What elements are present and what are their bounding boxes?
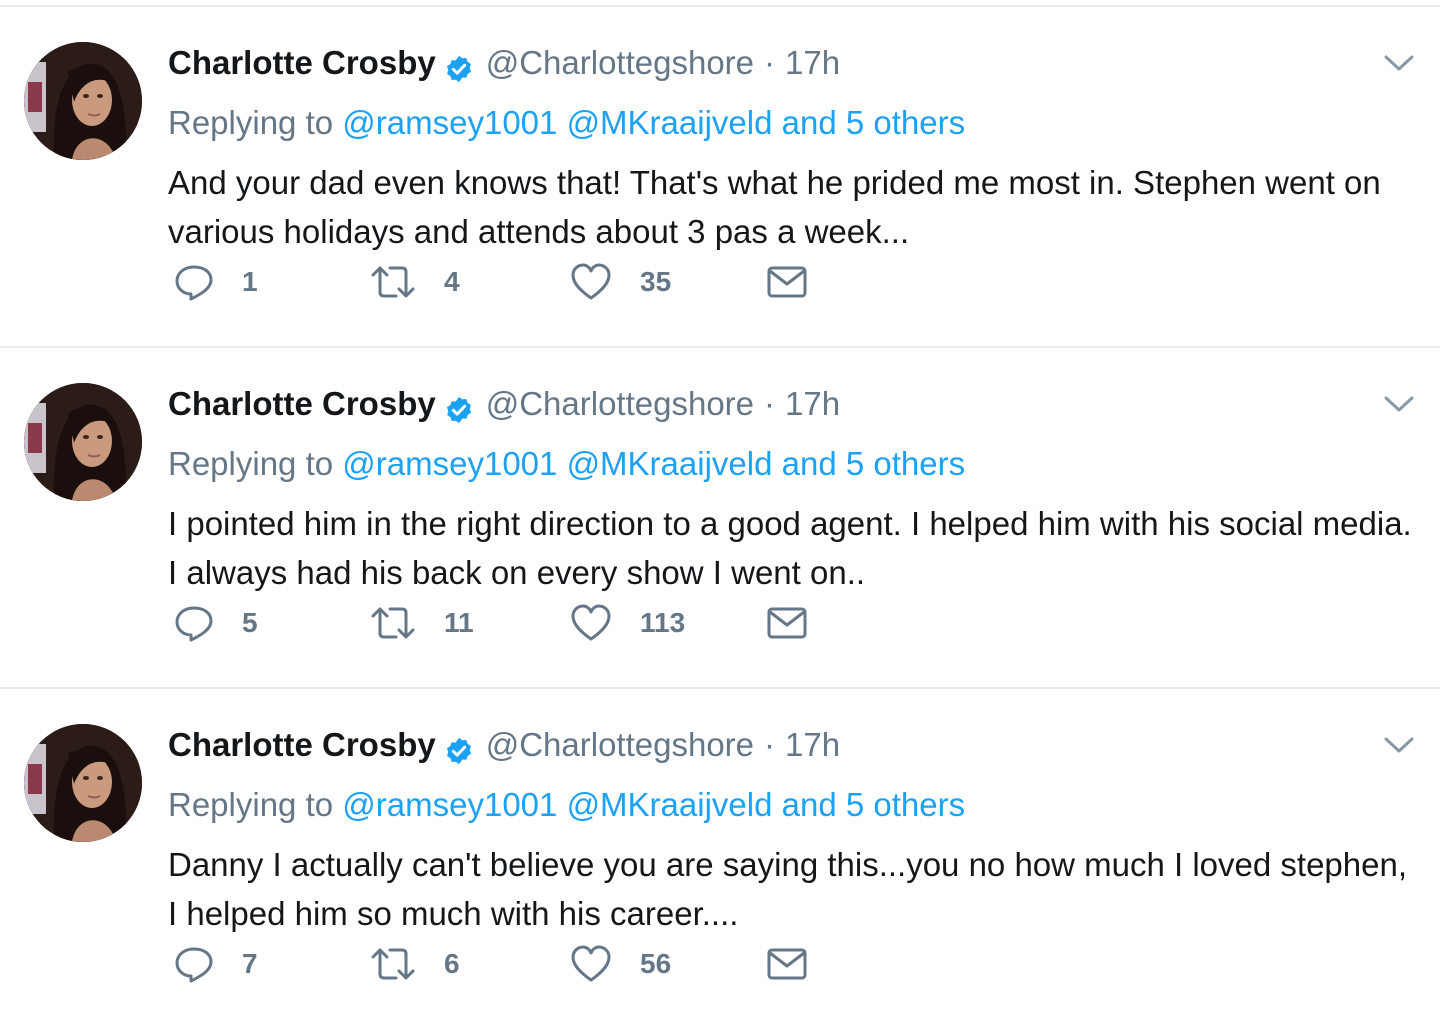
direct-message-button[interactable]: [766, 603, 808, 643]
mention-link[interactable]: @ramsey1001: [342, 445, 557, 482]
timestamp[interactable]: 17h: [785, 379, 840, 429]
heart-icon: [570, 944, 612, 984]
timestamp[interactable]: 17h: [785, 720, 840, 770]
user-handle[interactable]: @Charlottegshore: [486, 379, 754, 429]
tweet-header: Charlotte Crosby @Charlottegshore · 17h: [168, 38, 840, 88]
retweet-icon: [370, 262, 416, 302]
verified-badge-icon: [444, 730, 474, 765]
heart-icon: [570, 262, 612, 302]
reply-count: 5: [242, 607, 258, 638]
replying-to: Replying to @ramsey1001 @MKraaijveld and…: [168, 780, 965, 830]
envelope-icon: [766, 603, 808, 643]
reply-button[interactable]: 7: [174, 944, 258, 984]
retweet-count: 6: [444, 948, 460, 979]
like-count: 35: [640, 266, 672, 297]
tweet-actions: 5 11 113: [174, 603, 874, 643]
others-link[interactable]: and 5 others: [782, 104, 965, 141]
display-name[interactable]: Charlotte Crosby: [168, 38, 436, 88]
reply-icon: [174, 603, 214, 643]
top-divider: [0, 5, 1440, 7]
user-handle[interactable]: @Charlottegshore: [486, 38, 754, 88]
reply-button[interactable]: 1: [174, 262, 258, 302]
reply-icon: [174, 944, 214, 984]
retweet-button[interactable]: 11: [370, 603, 474, 643]
tweet-actions: 7 6 56: [174, 944, 874, 984]
mention-link[interactable]: @ramsey1001: [342, 786, 557, 823]
mention-link[interactable]: @MKraaijveld: [567, 104, 773, 141]
retweet-button[interactable]: 4: [370, 262, 460, 302]
mention-link[interactable]: @MKraaijveld: [567, 445, 773, 482]
separator-dot: ·: [764, 44, 776, 81]
tweet[interactable]: Charlotte Crosby @Charlottegshore · 17h …: [0, 349, 1440, 689]
like-button[interactable]: 56: [570, 944, 671, 984]
envelope-icon: [766, 262, 808, 302]
user-handle[interactable]: @Charlottegshore: [486, 720, 754, 770]
avatar[interactable]: [24, 42, 142, 160]
avatar[interactable]: [24, 724, 142, 842]
tweet-divider: [0, 346, 1440, 348]
tweet[interactable]: Charlotte Crosby @Charlottegshore · 17h …: [0, 690, 1440, 1030]
retweet-count: 11: [444, 607, 474, 638]
reply-count: 7: [242, 948, 258, 979]
tweet-timeline: Charlotte Crosby @Charlottegshore · 17h …: [0, 0, 1440, 1025]
display-name[interactable]: Charlotte Crosby: [168, 720, 436, 770]
tweet-actions: 1 4 35: [174, 262, 874, 302]
envelope-icon: [766, 944, 808, 984]
others-link[interactable]: and 5 others: [782, 445, 965, 482]
tweet-header: Charlotte Crosby @Charlottegshore · 17h: [168, 379, 840, 429]
tweet-divider: [0, 687, 1440, 689]
heart-icon: [570, 603, 612, 643]
tweet-text: Danny I actually can't believe you are s…: [168, 846, 1408, 932]
chevron-down-icon[interactable]: [1382, 389, 1416, 419]
like-count: 56: [640, 948, 672, 979]
direct-message-button[interactable]: [766, 944, 808, 984]
tweet-text: I pointed him in the right direction to …: [168, 505, 1412, 591]
tweet-header: Charlotte Crosby @Charlottegshore · 17h: [168, 720, 840, 770]
chevron-down-icon[interactable]: [1382, 730, 1416, 760]
replying-to: Replying to @ramsey1001 @MKraaijveld and…: [168, 439, 965, 489]
avatar[interactable]: [24, 383, 142, 501]
mention-link[interactable]: @ramsey1001: [342, 104, 557, 141]
display-name[interactable]: Charlotte Crosby: [168, 379, 436, 429]
chevron-down-icon[interactable]: [1382, 48, 1416, 78]
retweet-count: 4: [444, 266, 460, 297]
others-link[interactable]: and 5 others: [782, 786, 965, 823]
direct-message-button[interactable]: [766, 262, 808, 302]
retweet-icon: [370, 944, 416, 984]
like-button[interactable]: 35: [570, 262, 671, 302]
tweet[interactable]: Charlotte Crosby @Charlottegshore · 17h …: [0, 8, 1440, 348]
verified-badge-icon: [444, 389, 474, 424]
replying-prefix: Replying to: [168, 104, 334, 141]
reply-button[interactable]: 5: [174, 603, 258, 643]
mention-link[interactable]: @MKraaijveld: [567, 786, 773, 823]
retweet-icon: [370, 603, 416, 643]
separator-dot: ·: [764, 726, 776, 763]
replying-prefix: Replying to: [168, 786, 334, 823]
timestamp[interactable]: 17h: [785, 38, 840, 88]
like-count: 113: [640, 607, 686, 638]
separator-dot: ·: [764, 385, 776, 422]
tweet-text: And your dad even knows that! That's wha…: [168, 164, 1381, 250]
retweet-button[interactable]: 6: [370, 944, 460, 984]
reply-icon: [174, 262, 214, 302]
replying-prefix: Replying to: [168, 445, 334, 482]
reply-count: 1: [242, 266, 258, 297]
like-button[interactable]: 113: [570, 603, 685, 643]
replying-to: Replying to @ramsey1001 @MKraaijveld and…: [168, 98, 965, 148]
verified-badge-icon: [444, 48, 474, 83]
